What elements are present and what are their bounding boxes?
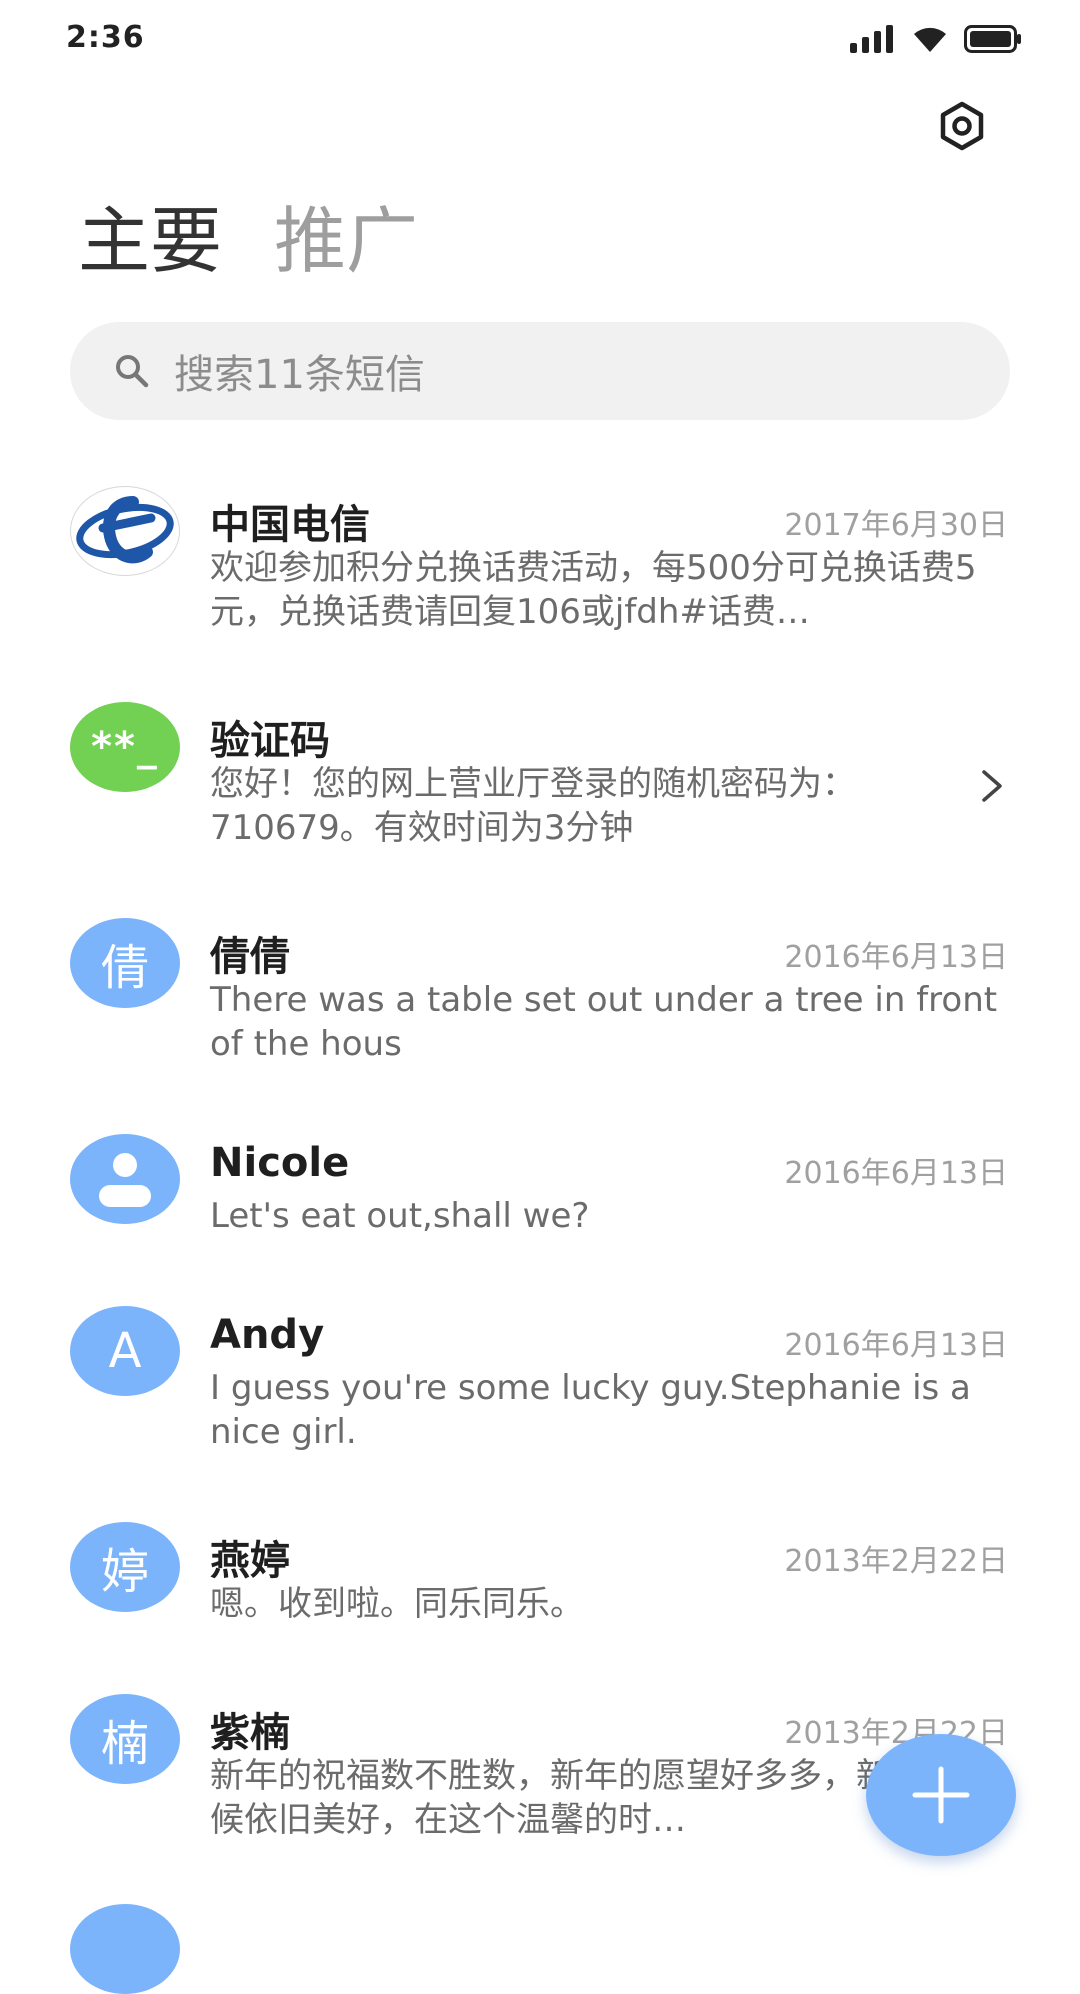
avatar: 倩 — [70, 918, 180, 1008]
telecom-logo — [70, 486, 180, 576]
avatar: **_ — [70, 702, 180, 792]
conversation-name: 验证码 — [210, 718, 330, 764]
conversation-date: 2016年6月13日 — [784, 940, 1008, 975]
search-bar[interactable]: 搜索11条短信 — [70, 322, 1010, 420]
conversation-date: 2017年6月30日 — [784, 508, 1008, 543]
avatar: 楠 — [70, 1694, 180, 1784]
status-time: 2:36 — [66, 20, 145, 55]
conversation-preview: 嗯。收到啦。同乐同乐。 — [210, 1584, 584, 1624]
tab-bar: 主要 推广 — [78, 196, 418, 286]
conversation-preview: There was a table set out under a tree i… — [210, 980, 998, 1064]
conversation-item[interactable]: **_ 验证码 您好！您的网上营业厅登录的随机密码为：710679。有效时间为3… — [0, 686, 1080, 886]
conversation-name: Nicole — [210, 1140, 350, 1186]
search-icon — [112, 351, 152, 391]
person-icon — [99, 1153, 151, 1207]
conversation-name: 燕婷 — [210, 1538, 290, 1584]
hexagon-gear-icon — [940, 101, 984, 151]
conversation-preview: Let's eat out,shall we? — [210, 1196, 590, 1236]
avatar — [70, 1134, 180, 1224]
conversation-item[interactable]: A Andy 2016年6月13日 I guess you're some lu… — [0, 1290, 1080, 1490]
conversation-item[interactable]: Nicole 2016年6月13日 Let's eat out,shall we… — [0, 1118, 1080, 1278]
conversation-preview: 您好！您的网上营业厅登录的随机密码为：710679。有效时间为3分钟 — [210, 764, 856, 848]
conversation-name: Andy — [210, 1312, 325, 1358]
wifi-icon — [914, 27, 946, 52]
plus-icon — [912, 1766, 970, 1824]
status-bar: 2:36 — [0, 0, 1080, 80]
conversation-name: 倩倩 — [210, 934, 290, 980]
conversation-item[interactable]: 倩 倩倩 2016年6月13日 There was a table set ou… — [0, 902, 1080, 1102]
avatar: 婷 — [70, 1522, 180, 1612]
avatar: A — [70, 1306, 180, 1396]
new-message-button[interactable] — [866, 1734, 1016, 1856]
conversation-preview: 欢迎参加积分兑换话费活动，每500分可兑换话费5元，兑换话费请回复106或jfd… — [210, 548, 977, 632]
conversation-preview: I guess you're some lucky guy.Stephanie … — [210, 1368, 971, 1452]
conversation-name: 中国电信 — [210, 502, 370, 548]
conversation-date: 2016年6月13日 — [784, 1328, 1008, 1363]
conversation-item[interactable] — [0, 1894, 1080, 1994]
status-icons — [850, 24, 1022, 54]
battery-icon — [964, 25, 1021, 53]
conversation-item[interactable]: 中国电信 2017年6月30日 欢迎参加积分兑换话费活动，每500分可兑换话费5… — [0, 470, 1080, 670]
conversation-date: 2013年2月22日 — [784, 1544, 1008, 1579]
conversation-date: 2016年6月13日 — [784, 1156, 1008, 1191]
search-input[interactable]: 搜索11条短信 — [174, 342, 425, 400]
chevron-right-icon[interactable] — [978, 766, 1006, 806]
avatar — [70, 1904, 180, 1994]
conversation-item[interactable]: 婷 燕婷 2013年2月22日 嗯。收到啦。同乐同乐。 — [0, 1506, 1080, 1666]
conversation-name: 紫楠 — [210, 1710, 290, 1756]
settings-button[interactable] — [934, 98, 990, 154]
signal-icon — [850, 25, 893, 53]
tab-primary[interactable]: 主要 — [78, 196, 222, 286]
tab-promotions[interactable]: 推广 — [274, 196, 418, 286]
